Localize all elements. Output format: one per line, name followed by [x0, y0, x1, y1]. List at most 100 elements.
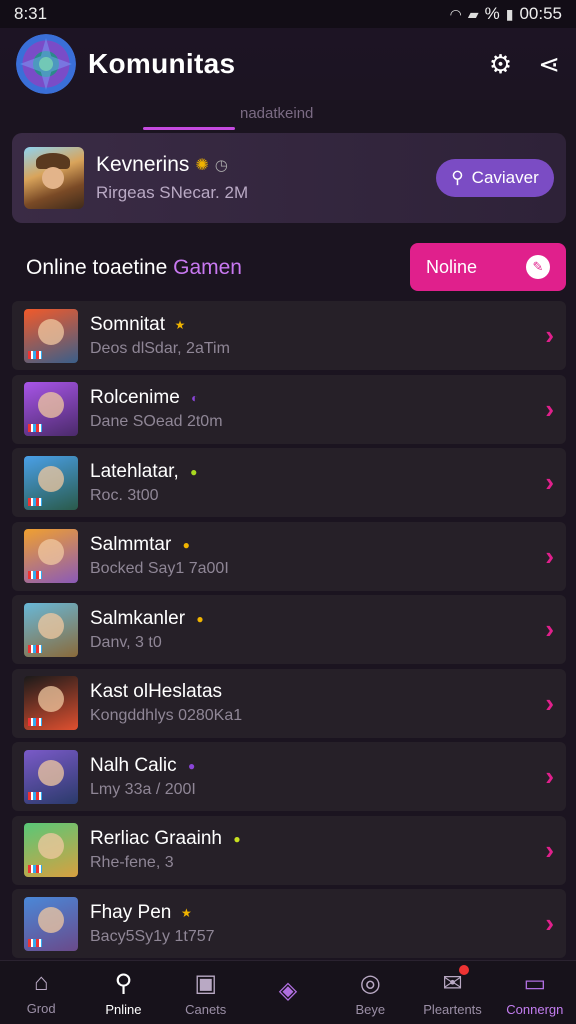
list-item-title-text: Fhay Pen: [90, 901, 172, 923]
profile-name-text: Kevnerins: [96, 153, 190, 176]
badge-icon: ●: [182, 538, 190, 552]
list-item[interactable]: Latehlatar, ● Roc. 3t00 ›: [12, 448, 566, 517]
list-item-title-text: Rerliac Graainh: [90, 828, 222, 849]
list-item[interactable]: Kast olHeslatas Kongddhlys 0280Ka1 ›: [12, 668, 566, 738]
list-item[interactable]: Rolcenime ◐ Dane SOead 2t0m ›: [12, 374, 566, 444]
game-thumbnail: [24, 602, 78, 657]
badge-icon: ●: [196, 611, 204, 626]
nav-label: Grod: [26, 1001, 56, 1016]
notification-dot: [458, 964, 469, 975]
list-item[interactable]: Somnitat ★ Deos dlSdar, 2aTim ›: [12, 301, 566, 370]
badge-icon: ★: [180, 905, 192, 920]
nav-item-3[interactable]: ◈: [252, 976, 324, 1009]
list-item-title-text: Somnitat: [90, 313, 165, 335]
search-icon: ⚲: [114, 969, 133, 997]
status-right-time: 00:55: [519, 4, 562, 23]
list-item[interactable]: Nalh Calic ● Lmy 33a / 200I ›: [12, 742, 566, 811]
online-button[interactable]: Noline ✎: [410, 243, 566, 291]
list-item-title: Rolcenime ◐: [90, 387, 223, 409]
tab-strip: nadatkeind: [0, 100, 576, 132]
list-item-title-text: Salmmtar: [90, 534, 172, 555]
game-thumbnail: [24, 308, 78, 363]
profile-info: Kevnerins ✺ ◷ Rirgeas SNecar. 2M: [96, 153, 248, 203]
nav-label: Connergn: [506, 1001, 564, 1017]
chevron-right-icon[interactable]: ›: [545, 467, 554, 498]
list-item-text: Fhay Pen ★ Bacy5Sy1y 1t757: [90, 902, 215, 946]
list-item-subtitle: Deos dlSdar, 2aTim: [90, 339, 230, 357]
chevron-right-icon[interactable]: ›: [545, 614, 554, 645]
nav-item-5[interactable]: ✉ Pleartents: [417, 964, 489, 1017]
list-item-title: Nalh Calic ●: [90, 755, 201, 777]
game-thumbnail: [24, 896, 78, 951]
chat-icon: ▭: [523, 969, 547, 997]
list-item-title-text: Salmkanler: [90, 607, 186, 629]
list-item-title-text: Kast olHeslatas: [90, 681, 223, 702]
badge-icon: ●: [187, 758, 196, 773]
chevron-right-icon[interactable]: ›: [545, 394, 554, 425]
badge-icon: ●: [233, 832, 241, 846]
compass-icon: ◈: [278, 977, 298, 1004]
card-icon: ▣: [194, 969, 218, 997]
nav-label: Beye: [355, 1001, 386, 1017]
battery-icon: ▮: [505, 5, 514, 22]
list-item-text: Salmmtar ● Bocked Say1 7a00I: [90, 534, 229, 578]
list-item-text: Rolcenime ◐ Dane SOead 2t0m: [90, 387, 223, 431]
list-item-title: Rerliac Graainh ●: [90, 828, 246, 850]
tab-label-faint[interactable]: nadatkeind: [240, 105, 313, 122]
nav-item-0[interactable]: ⌂ Grod: [5, 969, 77, 1016]
chevron-right-icon[interactable]: ›: [545, 688, 554, 719]
game-thumbnail: [24, 749, 78, 804]
list-item-title: Somnitat ★: [90, 314, 230, 336]
nav-item-1[interactable]: ⚲ Pnline: [87, 969, 159, 1017]
list-item-title-text: Nalh Calic: [90, 754, 177, 776]
list-item[interactable]: Rerliac Graainh ● Rhe-fene, 3 ›: [12, 815, 566, 885]
list-item-text: Somnitat ★ Deos dlSdar, 2aTim: [90, 314, 230, 358]
online-button-label: Noline: [426, 256, 478, 277]
signal-icon: ▰: [467, 5, 479, 22]
home-icon: ⌂: [33, 969, 49, 996]
list-item-title: Salmkanler ●: [90, 608, 209, 630]
game-thumbnail: [24, 676, 78, 730]
list-item-subtitle: Dane SOead 2t0m: [90, 413, 223, 430]
list-item-subtitle: Roc. 3t00: [90, 486, 159, 504]
list-item-subtitle: Lmy 33a / 200I: [90, 780, 196, 798]
profile-card[interactable]: Kevnerins ✺ ◷ Rirgeas SNecar. 2M ⚲ Cavia…: [12, 133, 566, 223]
nav-item-4[interactable]: ◎ Beye: [334, 969, 406, 1017]
list-item-subtitle: Danv, 3 t0: [90, 633, 162, 651]
chevron-right-icon[interactable]: ›: [545, 320, 554, 351]
nav-item-2[interactable]: ▣ Canets: [170, 969, 242, 1017]
search-button[interactable]: ⚲ Caviaver: [436, 159, 554, 197]
avatar: [24, 147, 84, 209]
game-thumbnail: [24, 529, 78, 583]
chevron-right-icon[interactable]: ›: [545, 835, 554, 866]
list-item[interactable]: Salmmtar ● Bocked Say1 7a00I ›: [12, 521, 566, 591]
list-item-subtitle: Rhe-fene, 3: [90, 854, 174, 871]
page-title: Komunitas: [88, 48, 236, 79]
list-item-title-text: Rolcenime: [90, 387, 180, 408]
game-thumbnail: [24, 823, 78, 877]
list-item[interactable]: Fhay Pen ★ Bacy5Sy1y 1t757 ›: [12, 889, 566, 958]
settings-icon[interactable]: ⚙: [489, 49, 512, 80]
community-logo: [16, 34, 76, 94]
nav-item-6[interactable]: ▭ Connergn: [499, 969, 571, 1017]
online-status-icon: ✎: [526, 255, 550, 279]
status-time: 8:31: [14, 4, 48, 23]
chevron-right-icon[interactable]: ›: [545, 541, 554, 572]
clock-icon: ◷: [214, 157, 228, 174]
search-button-label: Caviaver: [471, 168, 539, 187]
status-bar: 8:31 ◠ ▰ % ▮ 00:55: [0, 0, 576, 28]
share-icon[interactable]: ⋖: [538, 49, 560, 80]
game-thumbnail: [24, 455, 78, 510]
list-item-title: Latehlatar, ●: [90, 461, 203, 483]
chevron-right-icon[interactable]: ›: [545, 908, 554, 939]
list-item[interactable]: Salmkanler ● Danv, 3 t0 ›: [12, 595, 566, 664]
battery-label: %: [484, 4, 500, 23]
app-header: Komunitas ⚙ ⋖: [0, 28, 576, 100]
cookie-icon: ✺: [195, 157, 209, 174]
bottom-nav: ⌂ Grod ⚲ Pnline ▣ Canets ◈ ◎ Beye ✉ Pleartents ▭ Con…: [0, 960, 576, 1024]
nav-label: Canets: [185, 1001, 227, 1017]
chevron-right-icon[interactable]: ›: [545, 761, 554, 792]
search-icon: ⚲: [451, 168, 464, 187]
shield-icon: ◎: [359, 969, 381, 997]
section-title: Online toaetine Gamen: [26, 256, 242, 280]
